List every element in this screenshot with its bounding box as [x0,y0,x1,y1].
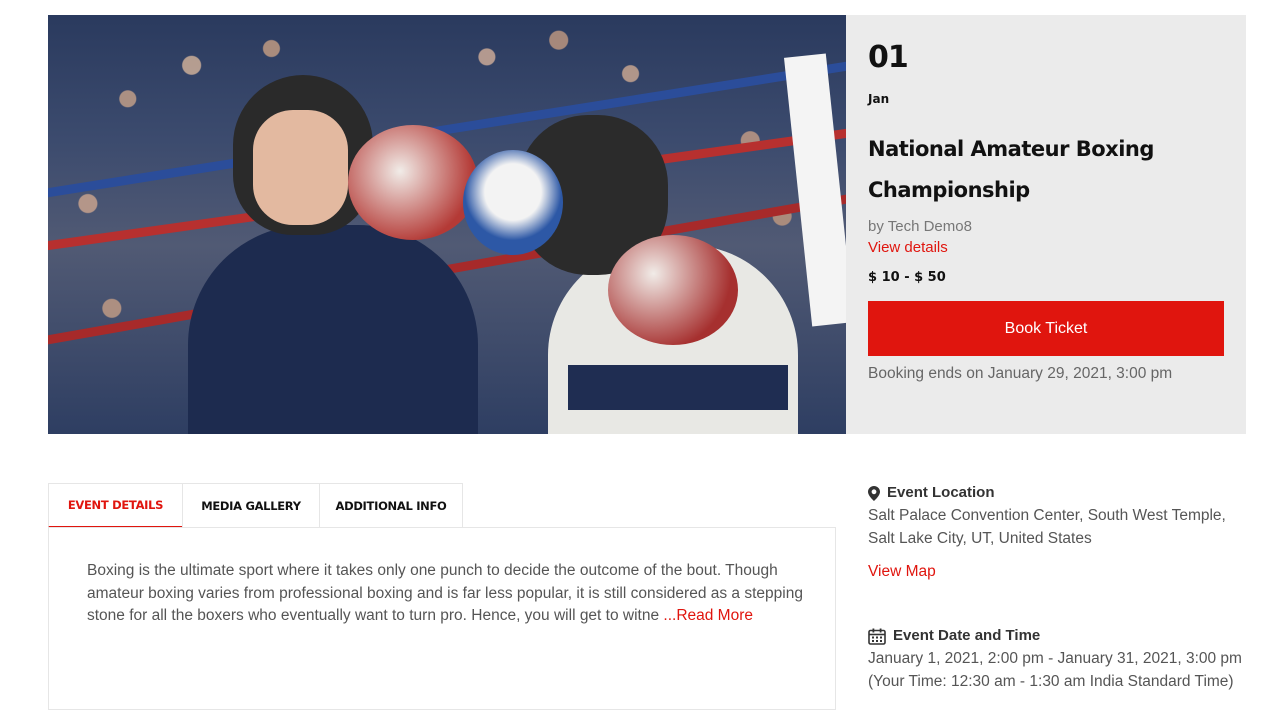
event-description: Boxing is the ultimate sport where it ta… [87,560,815,628]
event-datetime-label: Event Date and Time [893,627,1041,644]
tab-additional-info[interactable]: ADDITIONAL INFO [319,483,463,528]
event-organizer: by Tech Demo8 [868,218,972,235]
boxer-left-face [253,110,348,225]
event-month: Jan [868,92,890,106]
view-map-link[interactable]: View Map [868,561,1248,583]
event-datetime-section: Event Date and Time January 1, 2021, 2:0… [868,626,1248,693]
tab-event-details[interactable]: EVENT DETAILS [48,483,182,528]
event-details-panel: Boxing is the ultimate sport where it ta… [48,527,836,710]
ticket-price: $ 10 - $ 50 [868,270,946,285]
event-location-heading: Event Location [868,483,1248,503]
event-tabs: EVENT DETAILS MEDIA GALLERY ADDITIONAL I… [48,483,463,528]
boxer-left-torso [188,225,478,434]
event-address: Salt Palace Convention Center, South Wes… [868,507,1226,547]
event-location-label: Event Location [887,484,995,501]
event-datetime-heading: Event Date and Time [868,626,1248,646]
read-more-link[interactable]: ...Read More [663,607,753,624]
event-summary-card: 01 Jan National Amateur Boxing Champions… [846,15,1246,434]
tab-media-gallery[interactable]: MEDIA GALLERY [182,483,319,528]
event-title: National Amateur Boxing Championship [868,137,1154,202]
boxing-glove-blue-white [463,150,563,255]
booking-deadline: Booking ends on January 29, 2021, 3:00 p… [868,365,1173,382]
boxing-glove-red-white [348,125,478,240]
boxing-glove-red [608,235,738,345]
event-hero-image [48,15,846,434]
event-location-section: Event Location Salt Palace Convention Ce… [868,483,1248,583]
event-datetime-text: January 1, 2021, 2:00 pm - January 31, 2… [868,650,1242,690]
calendar-icon [868,628,886,645]
view-details-link[interactable]: View details [868,237,1224,259]
book-ticket-button[interactable]: Book Ticket [868,301,1224,356]
map-marker-icon [868,485,880,501]
event-day: 01 [868,40,909,75]
